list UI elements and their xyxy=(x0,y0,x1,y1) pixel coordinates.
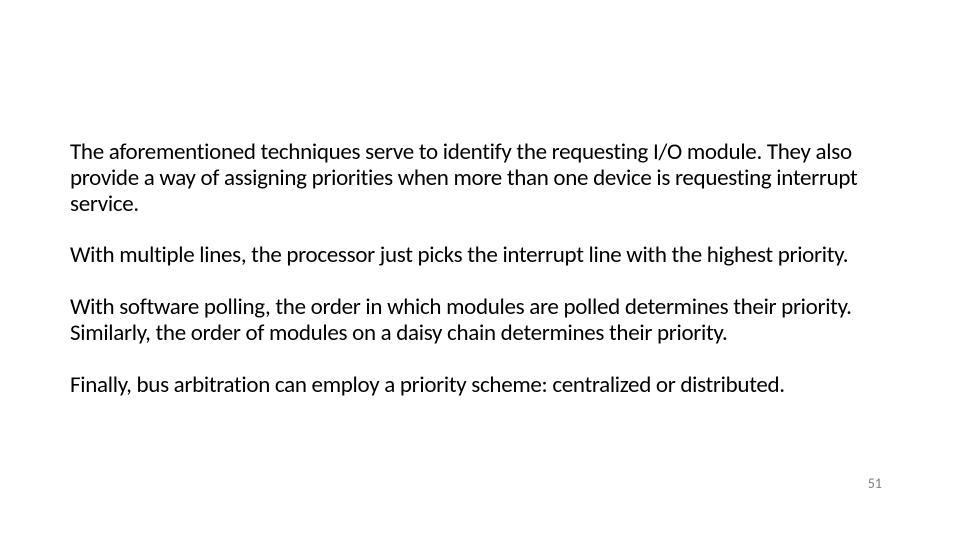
slide: The aforementioned techniques serve to i… xyxy=(0,0,960,540)
page-number: 51 xyxy=(868,475,882,492)
paragraph-2: With multiple lines, the processor just … xyxy=(70,243,890,269)
paragraph-1: The aforementioned techniques serve to i… xyxy=(70,140,890,217)
paragraph-4: Finally, bus arbitration can employ a pr… xyxy=(70,373,890,399)
paragraph-3: With software polling, the order in whic… xyxy=(70,295,890,347)
